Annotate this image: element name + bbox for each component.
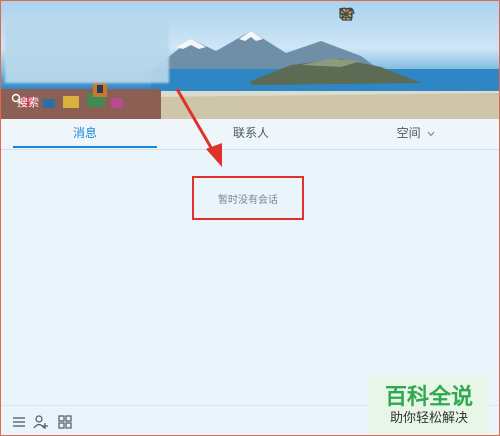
watermark-subtitle: 助你轻松解决	[389, 411, 468, 426]
tab-contacts[interactable]: 联系人	[176, 119, 326, 147]
tab-space-label: 空间	[396, 126, 421, 140]
empty-message-text: 暂时没有会话	[218, 194, 278, 206]
main-tabs: 消息 联系人 空间	[1, 119, 499, 150]
mail-icon[interactable]	[339, 7, 407, 23]
message-list-area: 暂时没有会话	[1, 151, 499, 401]
tab-space[interactable]: 空间	[346, 119, 486, 147]
plus-icon[interactable]	[340, 7, 433, 23]
minimize-icon[interactable]	[341, 7, 459, 23]
profile-area-blurred[interactable]	[5, 13, 169, 83]
tab-contacts-label: 联系人	[232, 126, 269, 140]
header-banner: 搜索	[1, 1, 499, 119]
search-box[interactable]: 搜索	[11, 93, 161, 111]
active-tab-indicator	[13, 146, 157, 148]
qq-window: 搜索 消息 联系人 空间 暂时没有会话 百科全说 助你轻松解决	[0, 0, 500, 436]
tab-messages-label: 消息	[72, 126, 97, 140]
add-contact-icon[interactable]	[33, 414, 49, 430]
empty-message-highlight: 暂时没有会话	[192, 176, 304, 220]
close-icon[interactable]	[340, 7, 485, 23]
watermark: 百科全说 助你轻松解决	[369, 377, 489, 433]
tab-messages[interactable]: 消息	[13, 119, 157, 147]
tshirt-icon[interactable]	[339, 7, 381, 23]
chevron-down-icon	[424, 126, 435, 140]
menu-icon[interactable]	[11, 414, 27, 430]
app-manager-icon[interactable]	[57, 414, 73, 430]
title-bar-icons	[339, 7, 485, 23]
